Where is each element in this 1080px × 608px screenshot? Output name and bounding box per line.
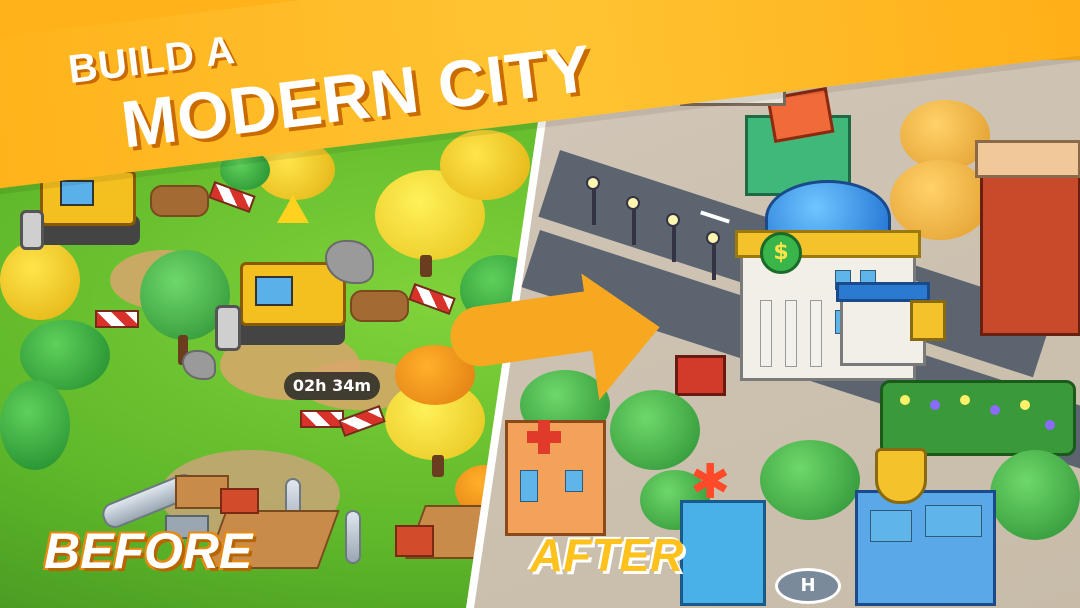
log-pile bbox=[150, 185, 209, 217]
police-badge-icon bbox=[875, 448, 927, 504]
shop-building bbox=[980, 160, 1080, 336]
flower bbox=[1045, 420, 1055, 430]
brick-stack bbox=[220, 488, 259, 514]
medical-cross-icon bbox=[527, 420, 561, 454]
green-tree bbox=[990, 450, 1080, 540]
flowering-tree bbox=[610, 390, 700, 470]
delivery-truck bbox=[675, 355, 726, 396]
flower bbox=[990, 405, 1000, 415]
street-lamp bbox=[712, 240, 716, 280]
road-barrier bbox=[408, 283, 456, 315]
lamp-light bbox=[586, 176, 600, 190]
log-pile bbox=[350, 290, 409, 322]
pipe bbox=[345, 510, 361, 564]
window bbox=[565, 470, 583, 492]
bank-column bbox=[760, 300, 772, 367]
flower-garden bbox=[880, 380, 1076, 456]
street-lamp bbox=[592, 185, 596, 225]
street-lamp bbox=[672, 222, 676, 262]
bank-column bbox=[810, 300, 822, 367]
window bbox=[925, 505, 982, 537]
lamp-light bbox=[626, 196, 640, 210]
window bbox=[520, 470, 538, 502]
road-barrier bbox=[95, 310, 139, 328]
window bbox=[870, 510, 912, 542]
tree-trunk bbox=[420, 255, 432, 277]
after-label: AFTER bbox=[530, 529, 684, 581]
lamp-light bbox=[706, 231, 720, 245]
bank-column bbox=[785, 300, 797, 367]
flower bbox=[960, 395, 970, 405]
rock bbox=[182, 350, 216, 380]
game-promo-scene: $ ✱ H 02h 34m BUILD A MODERN CITY BEFORE… bbox=[0, 0, 1080, 608]
clinic-building bbox=[680, 500, 766, 606]
green-tree bbox=[0, 380, 70, 470]
flower bbox=[930, 400, 940, 410]
bank-wing-roof bbox=[836, 282, 930, 302]
yellow-tree bbox=[440, 130, 530, 200]
shop-roof bbox=[975, 140, 1080, 178]
helipad-icon: H bbox=[775, 568, 841, 604]
before-label: BEFORE bbox=[44, 523, 253, 579]
taxi-car bbox=[910, 300, 946, 341]
street-lamp bbox=[632, 205, 636, 245]
clinic-asterisk-sign: ✱ bbox=[690, 454, 731, 510]
construction-timer: 02h 34m bbox=[284, 372, 380, 400]
yellow-tree bbox=[0, 240, 80, 320]
dollar-sign-icon: $ bbox=[760, 232, 802, 274]
flower bbox=[1020, 400, 1030, 410]
flower bbox=[900, 395, 910, 405]
lamp-light bbox=[666, 213, 680, 227]
warning-icon bbox=[277, 195, 309, 223]
brick-stack bbox=[395, 525, 434, 557]
road-barrier bbox=[300, 410, 344, 428]
green-tree bbox=[760, 440, 860, 520]
tree-trunk bbox=[432, 455, 444, 477]
